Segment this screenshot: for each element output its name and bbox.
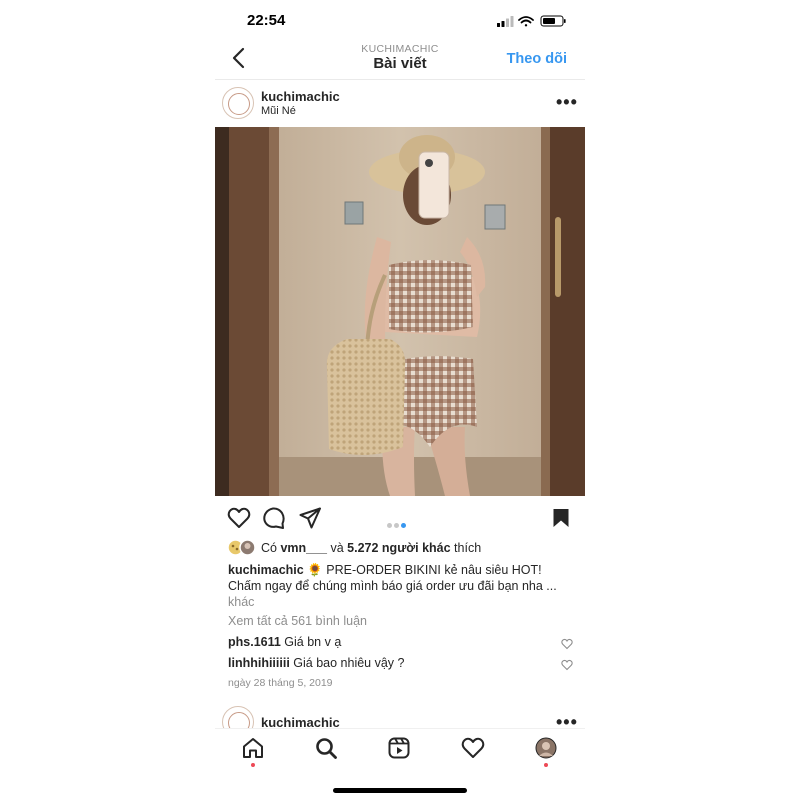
status-icons xyxy=(497,14,571,32)
nav-activity[interactable] xyxy=(461,737,485,764)
likes-suffix: thích xyxy=(450,541,482,555)
heart-icon xyxy=(561,659,573,671)
caption-line-2: Chấm ngay để chúng mình báo giá order ưu… xyxy=(228,579,557,593)
comment-row: phs.1611 Giá bn v ạ xyxy=(228,634,341,650)
liker-username[interactable]: vmn___ xyxy=(280,541,327,555)
caption-line-1: PRE-ORDER BIKINI kẻ nâu siêu HOT! xyxy=(322,563,542,577)
post-date: ngày 28 tháng 5, 2019 xyxy=(228,677,333,689)
notification-dot xyxy=(544,763,548,767)
save-button[interactable] xyxy=(552,508,570,533)
view-all-comments-link[interactable]: Xem tất cả 561 bình luận xyxy=(228,613,367,629)
carousel-indicator xyxy=(387,515,408,533)
bookmark-icon xyxy=(553,509,569,527)
comment-button[interactable] xyxy=(263,507,285,534)
avatar[interactable] xyxy=(222,87,254,119)
comment-like-button[interactable] xyxy=(561,658,573,676)
sunflower-emoji: 🌻 xyxy=(307,563,323,577)
post-username[interactable]: kuchimachic xyxy=(261,89,340,104)
nav-profile[interactable] xyxy=(535,737,557,764)
reels-icon xyxy=(388,737,410,759)
carousel-dot xyxy=(387,523,392,528)
header-divider xyxy=(215,79,585,80)
next-post-header: kuchimachic ••• xyxy=(215,706,585,728)
caption-more-link[interactable]: khác xyxy=(228,595,254,609)
follow-button[interactable]: Theo dõi xyxy=(507,51,567,67)
liker-avatars xyxy=(227,539,257,561)
post-caption: kuchimachic 🌻 PRE-ORDER BIKINI kẻ nâu si… xyxy=(228,562,578,610)
post-location[interactable]: Mũi Né xyxy=(261,105,296,117)
post-username[interactable]: kuchimachic xyxy=(261,715,340,728)
post-photo[interactable] xyxy=(215,127,585,496)
send-icon xyxy=(299,507,321,529)
likes-middle: và xyxy=(327,541,348,555)
avatar[interactable] xyxy=(222,706,254,728)
phone-screen: 22:54 KUCHIMACHIC Bài viết Theo dõi kuch… xyxy=(215,0,585,800)
heart-icon xyxy=(461,737,485,758)
share-button[interactable] xyxy=(299,507,321,534)
wifi-icon xyxy=(518,16,534,27)
comment-like-button[interactable] xyxy=(561,637,573,655)
battery-icon xyxy=(540,15,566,27)
nav-divider xyxy=(215,728,585,729)
carousel-dot-active xyxy=(401,523,406,528)
nav-reels[interactable] xyxy=(388,737,410,764)
likes-prefix: Có xyxy=(261,541,281,555)
home-indicator xyxy=(333,788,467,793)
like-button[interactable] xyxy=(227,507,251,534)
heart-icon xyxy=(561,638,573,650)
nav-home[interactable] xyxy=(242,737,264,764)
more-options-icon[interactable]: ••• xyxy=(556,92,578,113)
comment-username[interactable]: linhhihiiiiii xyxy=(228,656,290,670)
comment-text: Giá bn v ạ xyxy=(280,635,342,649)
comment-bubble-icon xyxy=(263,507,285,529)
notification-dot xyxy=(251,763,255,767)
home-icon xyxy=(243,738,263,758)
heart-icon xyxy=(227,507,251,528)
more-options-icon[interactable]: ••• xyxy=(556,712,578,728)
status-time: 22:54 xyxy=(247,12,286,29)
likes-count[interactable]: 5.272 người khác xyxy=(347,541,450,555)
comment-text: Giá bao nhiêu vậy ? xyxy=(289,656,405,670)
nav-search[interactable] xyxy=(315,737,337,764)
caption-username[interactable]: kuchimachic xyxy=(228,563,304,577)
carousel-dot xyxy=(394,523,399,528)
comment-username[interactable]: phs.1611 xyxy=(228,635,281,649)
cellular-signal-icon xyxy=(497,16,514,27)
likes-summary[interactable]: Có vmn___ và 5.272 người khác thích xyxy=(261,541,481,555)
search-icon xyxy=(316,738,337,759)
profile-avatar-icon xyxy=(535,737,557,759)
comment-row: linhhihiiiiii Giá bao nhiêu vậy ? xyxy=(228,655,404,671)
